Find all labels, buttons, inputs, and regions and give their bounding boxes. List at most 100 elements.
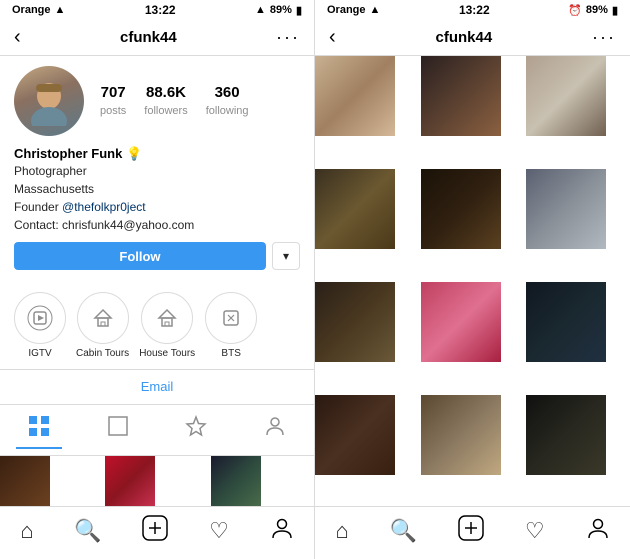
r-photo-1[interactable] — [315, 56, 395, 136]
time-left: 13:22 — [145, 3, 176, 17]
grid-photo-2 — [105, 456, 155, 506]
dropdown-button[interactable]: ▾ — [272, 242, 300, 270]
highlight-circle-bts — [205, 292, 257, 344]
heart-icon-left[interactable]: ♡ — [209, 518, 229, 544]
profile-bio: Christopher Funk 💡 Photographer Massachu… — [14, 146, 300, 234]
stats-row: 707 posts 88.6K followers 360 following — [100, 84, 300, 119]
r-photo-9[interactable] — [526, 282, 606, 362]
bio-name: Christopher Funk 💡 — [14, 146, 300, 162]
following-label: following — [206, 105, 249, 117]
battery-icon: ▮ — [296, 4, 302, 17]
battery-icon-right: ▮ — [612, 4, 618, 17]
grid-photo-3 — [211, 456, 261, 506]
r-photo-10[interactable] — [315, 395, 395, 475]
status-right-right: ⏰ 89% ▮ — [568, 4, 618, 17]
nav-bar-left: ‹ cfunk44 ··· — [0, 20, 314, 56]
tab-square[interactable] — [95, 411, 141, 449]
username-right: cfunk44 — [435, 29, 492, 46]
followers-label: followers — [144, 105, 187, 117]
stat-posts: 707 posts — [100, 84, 126, 119]
profile-icon-left[interactable] — [270, 516, 294, 546]
email-link[interactable]: Email — [141, 379, 174, 394]
alarm-icon-right: ⏰ — [568, 4, 582, 17]
profile-icon-right[interactable] — [586, 516, 610, 546]
highlight-igtv[interactable]: IGTV — [14, 292, 66, 359]
more-icon-left[interactable]: ··· — [276, 27, 300, 48]
highlight-bts[interactable]: BTS — [205, 292, 257, 359]
time-right: 13:22 — [459, 3, 490, 17]
bottom-photo-grid — [0, 456, 314, 506]
home-icon-left[interactable]: ⌂ — [20, 518, 33, 544]
bio-line2: Massachusetts — [14, 180, 300, 198]
tab-person[interactable] — [252, 411, 298, 449]
left-panel: Orange ▲ 13:22 ▲ 89% ▮ ‹ cfunk44 ··· — [0, 0, 315, 559]
tab-grid[interactable] — [16, 411, 62, 449]
search-icon-right[interactable]: 🔍 — [390, 518, 417, 544]
wifi-icon: ▲ — [55, 4, 66, 16]
r-photo-11[interactable] — [421, 395, 501, 475]
more-icon-right[interactable]: ··· — [592, 27, 616, 48]
r-photo-6[interactable] — [526, 169, 606, 249]
highlight-label-house: House Tours — [139, 348, 195, 359]
avatar — [14, 66, 84, 136]
wifi-icon-right: ▲ — [370, 4, 381, 16]
battery-right: 89% — [586, 4, 608, 16]
stat-following: 360 following — [206, 84, 249, 119]
bio-line4: Contact: chrisfunk44@yahoo.com — [14, 216, 300, 234]
status-bar-right: Orange ▲ 13:22 ⏰ 89% ▮ — [315, 0, 630, 20]
heart-icon-right[interactable]: ♡ — [525, 518, 545, 544]
avatar-image — [14, 66, 84, 136]
stat-followers: 88.6K followers — [144, 84, 187, 119]
bio-line1: Photographer — [14, 162, 300, 180]
highlight-label-igtv: IGTV — [28, 348, 51, 359]
bio-line3: Founder @thefolkpr0ject — [14, 198, 300, 216]
highlight-circle-house — [141, 292, 193, 344]
right-photo-grid — [315, 56, 630, 506]
highlight-circle-igtv — [14, 292, 66, 344]
r-photo-3[interactable] — [526, 56, 606, 136]
status-left-right: Orange ▲ — [327, 4, 380, 16]
r-photo-2[interactable] — [421, 56, 501, 136]
highlight-house[interactable]: House Tours — [139, 292, 195, 359]
highlight-circle-cabin — [77, 292, 129, 344]
bottom-nav-right: ⌂ 🔍 ♡ — [315, 506, 630, 559]
tab-star[interactable] — [173, 411, 219, 449]
r-photo-4[interactable] — [315, 169, 395, 249]
highlights-row: IGTV Cabin Tours House Tours — [0, 286, 314, 370]
bio-link[interactable]: @thefolkpr0ject — [62, 200, 146, 214]
add-icon-right[interactable] — [458, 515, 484, 547]
action-row: Follow ▾ — [14, 242, 300, 270]
signal-icon: ▲ — [255, 4, 266, 16]
profile-top: 707 posts 88.6K followers 360 following — [14, 66, 300, 136]
add-icon-left[interactable] — [142, 515, 168, 547]
status-left: Orange ▲ — [12, 4, 65, 16]
battery-left: 89% — [270, 4, 292, 16]
bottom-nav-left: ⌂ 🔍 ♡ — [0, 506, 314, 559]
email-row: Email — [0, 370, 314, 405]
right-panel: Orange ▲ 13:22 ⏰ 89% ▮ ‹ cfunk44 ··· ⌂ 🔍 — [315, 0, 630, 559]
nav-bar-right: ‹ cfunk44 ··· — [315, 20, 630, 56]
status-right: ▲ 89% ▮ — [255, 4, 302, 17]
posts-count: 707 — [100, 84, 126, 101]
r-photo-5[interactable] — [421, 169, 501, 249]
search-icon-left[interactable]: 🔍 — [74, 518, 101, 544]
back-icon-right[interactable]: ‹ — [329, 26, 336, 49]
r-photo-8[interactable] — [421, 282, 501, 362]
posts-label: posts — [100, 105, 126, 117]
following-count: 360 — [206, 84, 249, 101]
highlight-label-cabin: Cabin Tours — [76, 348, 129, 359]
status-bar-left: Orange ▲ 13:22 ▲ 89% ▮ — [0, 0, 314, 20]
home-icon-right[interactable]: ⌂ — [335, 518, 348, 544]
r-photo-7[interactable] — [315, 282, 395, 362]
carrier-left: Orange — [12, 4, 51, 16]
grid-photo-1 — [0, 456, 50, 506]
followers-count: 88.6K — [144, 84, 187, 101]
r-photo-12[interactable] — [526, 395, 606, 475]
profile-section: 707 posts 88.6K followers 360 following … — [0, 56, 314, 286]
tab-bar — [0, 405, 314, 456]
username-left: cfunk44 — [120, 29, 177, 46]
follow-button[interactable]: Follow — [14, 242, 266, 270]
highlight-label-bts: BTS — [221, 348, 240, 359]
highlight-cabin[interactable]: Cabin Tours — [76, 292, 129, 359]
back-icon-left[interactable]: ‹ — [14, 26, 21, 49]
